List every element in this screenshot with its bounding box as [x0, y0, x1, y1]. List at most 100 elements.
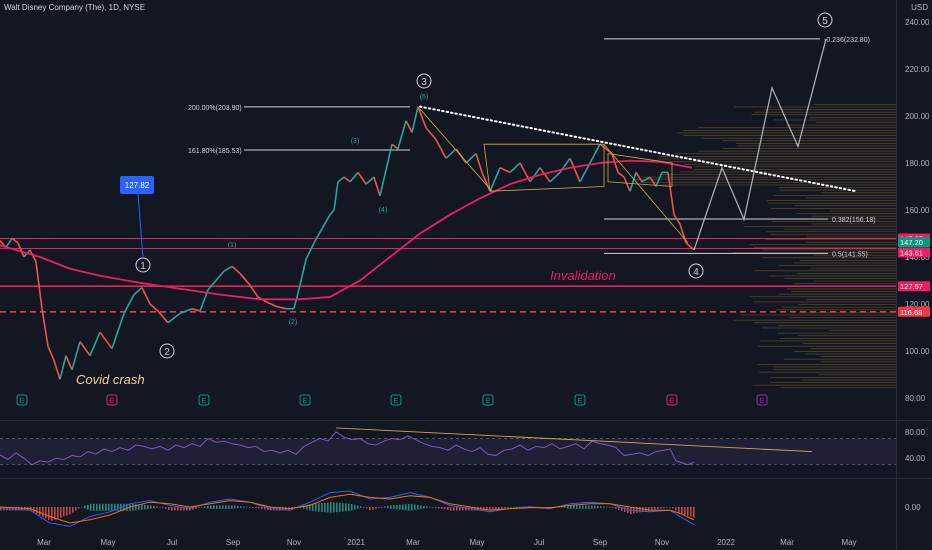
- macd-hist-bar: [420, 505, 422, 509]
- wave-label-major: 4: [693, 267, 699, 278]
- time-axis-label: Mar: [780, 538, 794, 547]
- fib-level-label: 0.5(141.55): [832, 251, 868, 258]
- volume-profile-bar: [830, 210, 896, 212]
- macd-hist-bar: [570, 505, 572, 509]
- price-segment: [41, 308, 49, 347]
- macd-hist-bar: [603, 506, 605, 508]
- macd-hist-bar: [393, 505, 395, 510]
- volume-profile-bar: [773, 369, 896, 370]
- macd-hist-bar: [660, 507, 662, 509]
- price-segment: [391, 143, 399, 150]
- price-segment: [89, 331, 101, 357]
- macd-hist-bar: [417, 504, 419, 510]
- macd-hist-bar: [69, 507, 71, 515]
- macd-histogram: [0, 502, 695, 521]
- macd-hist-bar: [174, 507, 176, 511]
- macd-hist-bar: [438, 507, 440, 509]
- macd-hist-bar: [384, 506, 386, 508]
- macd-hist-bar: [327, 502, 329, 513]
- macd-hist-bar: [360, 506, 362, 508]
- volume-profile: [633, 104, 896, 389]
- time-axis-label: 2022: [717, 538, 735, 547]
- price-axis-label: 220.00: [905, 65, 930, 74]
- macd-hist-bar: [105, 503, 107, 511]
- volume-profile-bar: [796, 213, 896, 214]
- price-tag-label: 147.20: [900, 238, 923, 247]
- macd-hist-bar: [201, 506, 203, 508]
- covid-annotation: Covid crash: [76, 372, 145, 387]
- invalidation-text: Invalidation: [550, 268, 616, 283]
- wave-label-major: 3: [421, 77, 427, 88]
- price-segment: [589, 143, 601, 164]
- price-segment: [379, 169, 387, 197]
- macd-hist-bar: [348, 503, 350, 512]
- volume-profile-bar: [770, 208, 896, 209]
- price-segment: [5, 237, 13, 249]
- macd-hist-bar: [210, 505, 212, 509]
- volume-profile-bar: [780, 338, 896, 339]
- macd-hist-bar: [399, 504, 401, 510]
- price-segment: [215, 270, 225, 282]
- volume-profile-bar: [775, 309, 896, 311]
- macd-hist-bar: [81, 506, 83, 508]
- price-segment: [329, 209, 335, 216]
- macd-axis-label: 0.00: [905, 503, 921, 512]
- price-segment: [411, 106, 419, 133]
- macd-hist-bar: [369, 507, 371, 510]
- earnings-marker-label: E: [110, 398, 115, 405]
- volume-profile-bar: [815, 122, 896, 123]
- macd-hist-bar: [378, 507, 380, 508]
- macd-hist-bar: [249, 506, 251, 508]
- chart-canvas[interactable]: 240.00220.00200.00180.00160.00140.00120.…: [0, 0, 932, 550]
- volume-profile-bar: [733, 106, 896, 108]
- currency-label: USD: [911, 3, 928, 12]
- macd-hist-bar: [669, 507, 671, 508]
- price-segment: [265, 300, 277, 308]
- earnings-marker-label: E: [760, 398, 765, 405]
- macd-hist-bar: [624, 507, 626, 512]
- macd-hist-bar: [333, 502, 335, 513]
- price-segment: [397, 120, 407, 150]
- wave-label-minor: (4): [379, 207, 388, 214]
- price-segment: [133, 286, 143, 296]
- price-segment: [79, 341, 91, 357]
- volume-profile-bar: [761, 327, 896, 329]
- price-segment: [99, 331, 113, 350]
- macd-hist-bar: [177, 507, 179, 511]
- macd-hist-bar: [96, 503, 98, 511]
- volume-profile-bar: [799, 260, 896, 261]
- macd-hist-bar: [75, 507, 77, 511]
- volume-profile-bar: [698, 150, 896, 152]
- macd-hist-bar: [168, 507, 170, 510]
- macd-hist-bar: [240, 506, 242, 508]
- pane-separator: [0, 420, 932, 421]
- macd-hist-bar: [396, 504, 398, 510]
- macd-hist-bar: [252, 507, 254, 508]
- macd-hist-bar: [207, 505, 209, 509]
- volume-profile-bar: [810, 348, 896, 350]
- macd-hist-bar: [39, 507, 41, 516]
- price-segment: [569, 157, 581, 183]
- volume-profile-bar: [761, 257, 896, 259]
- time-axis-label: May: [469, 538, 484, 547]
- volume-profile-bar: [732, 252, 896, 253]
- fib-level-label: -0.236(232.80): [824, 37, 870, 44]
- macd-hist-bar: [501, 507, 503, 509]
- time-axis-label: Mar: [406, 538, 420, 547]
- price-segment: [207, 279, 217, 291]
- macd-hist-bar: [423, 505, 425, 509]
- macd-hist-bar: [159, 506, 161, 508]
- price-segment: [499, 166, 511, 174]
- volume-profile-bar: [806, 197, 896, 199]
- price-axis-label: 240.00: [905, 18, 930, 27]
- macd-hist-bar: [234, 505, 236, 509]
- macd-hist-bar: [447, 507, 449, 510]
- macd-hist-bar: [498, 507, 500, 510]
- volume-profile-bar: [786, 288, 896, 290]
- macd-hist-bar: [444, 507, 446, 510]
- volume-profile-bar: [765, 239, 896, 240]
- price-segment: [373, 176, 381, 197]
- volume-profile-bar: [797, 304, 896, 305]
- volume-profile-bar: [791, 291, 896, 292]
- macd-hist-bar: [45, 507, 47, 519]
